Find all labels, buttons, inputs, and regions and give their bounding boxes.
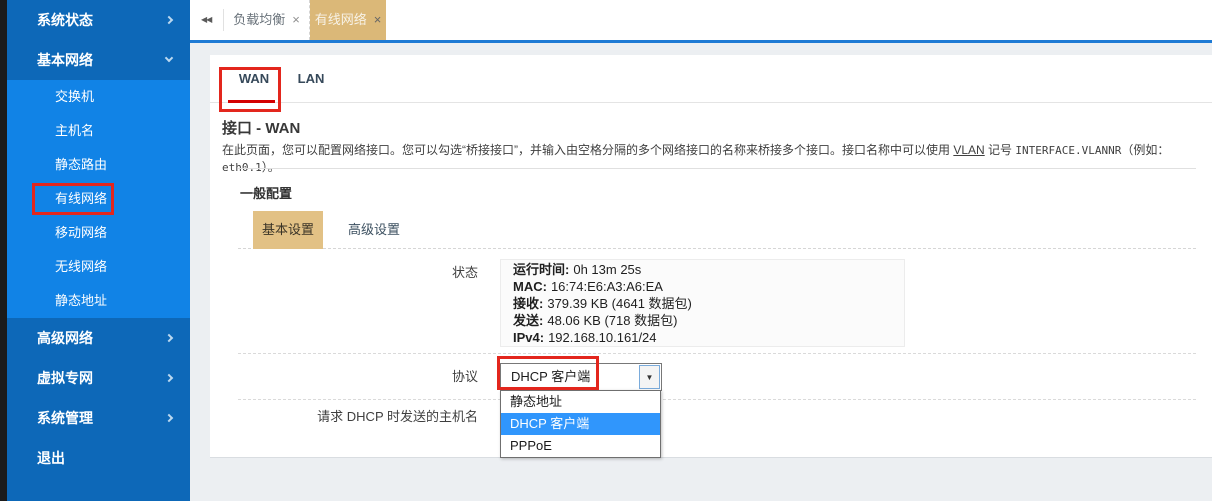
sidebar-item-basic-network[interactable]: 基本网络 [7, 40, 190, 80]
status-value: 16:74:E6:A3:A6:EA [551, 279, 663, 294]
description-text: 记号 [985, 143, 1016, 157]
sidebar-item-static-address[interactable]: 静态地址 [7, 284, 190, 318]
vlan-link[interactable]: VLAN [953, 143, 984, 157]
status-key: IPv4: [513, 330, 544, 345]
left-dark-strip [0, 0, 7, 501]
status-key: 发送: [513, 313, 543, 328]
status-tx: 发送: 48.06 KB (718 数据包) [513, 312, 892, 329]
sidebar-item-system-status[interactable]: 系统状态 [7, 0, 190, 40]
sidebar-item-switch[interactable]: 交换机 [7, 80, 190, 114]
protocol-select[interactable]: DHCP 客户端 ▼ [500, 363, 662, 391]
document-tab-bar: ◀◀ 负载均衡 × 有线网络 × [190, 0, 1212, 43]
status-value-box: 运行时间: 0h 13m 25s MAC: 16:74:E6:A3:A6:EA 接收… [500, 259, 905, 347]
status-key: 运行时间: [513, 262, 569, 277]
sidebar-item-static-routes[interactable]: 静态路由 [7, 148, 190, 182]
page-title: 接口 - WAN [222, 117, 300, 138]
code-interface-vlannr: INTERFACE.VLANNR [1015, 144, 1121, 157]
chevron-right-icon [165, 374, 173, 382]
description-text: 在此页面，您可以配置网络接口。您可以勾选“桥接接口”，并输入由空格分隔的多个网络… [222, 143, 953, 157]
status-uptime: 运行时间: 0h 13m 25s [513, 261, 892, 278]
tab-load-balancing[interactable]: 负载均衡 × [224, 0, 310, 40]
status-label: 状态 [238, 262, 490, 281]
sidebar-item-wireless-network[interactable]: 无线网络 [7, 250, 190, 284]
select-dropdown-arrow-icon[interactable]: ▼ [639, 365, 660, 389]
protocol-selected-value: DHCP 客户端 [511, 364, 590, 390]
sidebar-item-label: 系统状态 [37, 12, 93, 28]
tab-label: 负载均衡 [233, 12, 285, 27]
sidebar-item-mobile-network[interactable]: 移动网络 [7, 216, 190, 250]
sidebar-item-vpn[interactable]: 虚拟专网 [7, 358, 190, 398]
tab-wired-network-active[interactable]: 有线网络 × [310, 0, 386, 40]
sidebar-item-label: 基本网络 [37, 52, 93, 68]
tab-advanced-settings[interactable]: 高级设置 [338, 211, 410, 249]
settings-tab-strip: 基本设置 高级设置 [238, 211, 1196, 249]
sidebar-item-hostname[interactable]: 主机名 [7, 114, 190, 148]
status-mac: MAC: 16:74:E6:A3:A6:EA [513, 278, 892, 295]
status-row: 状态 运行时间: 0h 13m 25s MAC: 16:74:E6:A3:A6:EA… [238, 249, 1196, 354]
status-key: 接收: [513, 296, 543, 311]
close-icon[interactable]: × [374, 12, 382, 27]
option-pppoe[interactable]: PPPoE [501, 435, 660, 457]
chevron-down-icon [165, 54, 173, 62]
sidebar-item-label: 系统管理 [37, 410, 93, 426]
description-text: （例如： [1121, 143, 1169, 157]
tab-wan[interactable]: WAN [226, 55, 282, 103]
content-panel: WAN LAN 接口 - WAN 在此页面，您可以配置网络接口。您可以勾选“桥接… [210, 55, 1212, 458]
interface-tab-strip: WAN LAN [210, 55, 1212, 103]
protocol-label: 协议 [238, 354, 490, 400]
tab-lan[interactable]: LAN [288, 55, 334, 103]
chevron-right-icon [165, 414, 173, 422]
status-ipv4: IPv4: 192.168.10.161/24 [513, 329, 892, 346]
sidebar-item-advanced-network[interactable]: 高级网络 [7, 318, 190, 358]
sidebar-item-wired-network[interactable]: 有线网络 [7, 182, 190, 216]
protocol-dropdown-list: 静态地址 DHCP 客户端 PPPoE [500, 390, 661, 458]
status-rx: 接收: 379.39 KB (4641 数据包) [513, 295, 892, 312]
section-title: 一般配置 [240, 183, 292, 202]
active-tab-underline [228, 100, 275, 103]
status-value: 0h 13m 25s [573, 262, 641, 277]
close-icon[interactable]: × [292, 12, 300, 27]
collapse-tabs-icon[interactable]: ◀◀ [201, 0, 211, 40]
status-key: MAC: [513, 279, 547, 294]
sidebar-submenu: 交换机 主机名 静态路由 有线网络 移动网络 无线网络 静态地址 [7, 80, 190, 318]
general-config-section: 一般配置 基本设置 高级设置 状态 运行时间: 0h 13m 25s MAC: 16… [238, 168, 1196, 455]
sidebar-item-system-mgmt[interactable]: 系统管理 [7, 398, 190, 438]
option-dhcp-client[interactable]: DHCP 客户端 [501, 413, 660, 435]
sidebar-item-logout[interactable]: 退出 [7, 438, 190, 478]
chevron-right-icon [165, 334, 173, 342]
sidebar-item-label: 退出 [37, 450, 65, 466]
dhcp-hostname-label: 请求 DHCP 时发送的主机名 [238, 400, 490, 434]
sidebar: 系统状态 基本网络 交换机 主机名 静态路由 有线网络 移动网络 无线网络 静态… [7, 0, 190, 501]
tab-label: 有线网络 [315, 12, 367, 27]
sidebar-item-label: 虚拟专网 [37, 370, 93, 386]
protocol-row: 协议 DHCP 客户端 ▼ [238, 354, 1196, 400]
option-static-address[interactable]: 静态地址 [501, 391, 660, 413]
status-value: 192.168.10.161/24 [548, 330, 656, 345]
status-value: 379.39 KB (4641 数据包) [547, 296, 692, 311]
dhcp-hostname-row: 请求 DHCP 时发送的主机名 [238, 400, 1196, 434]
tab-basic-settings[interactable]: 基本设置 [253, 211, 323, 249]
chevron-right-icon [165, 16, 173, 24]
sidebar-item-label: 高级网络 [37, 330, 93, 346]
status-value: 48.06 KB (718 数据包) [547, 313, 677, 328]
